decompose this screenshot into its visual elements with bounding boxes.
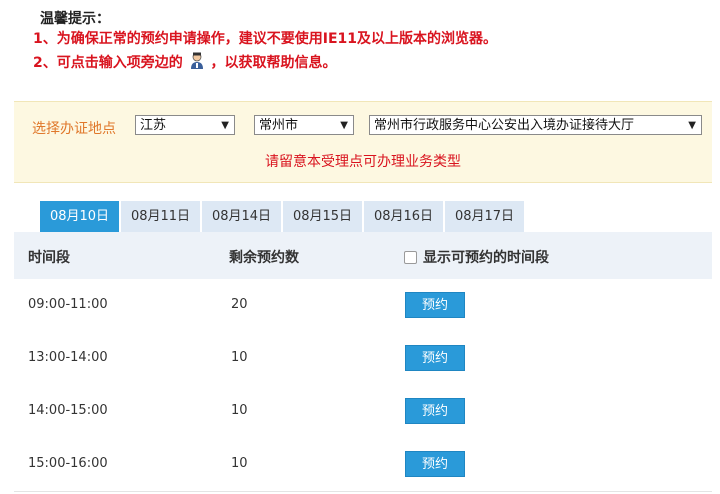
- office-select-value: 常州市行政服务中心公安出入境办证接待大厅: [374, 118, 635, 133]
- location-label: 选择办证地点: [32, 121, 116, 137]
- header-remaining: 剩余预约数: [229, 250, 299, 266]
- table-row: 14:00-15:00 10 预约: [14, 385, 712, 439]
- tab-date-5[interactable]: 08月16日: [364, 201, 443, 232]
- tip-line-2: 2、可点击输入项旁边的 ，以获取帮助信息。: [33, 52, 337, 72]
- city-select[interactable]: 常州市 ▼: [254, 115, 354, 135]
- show-available-checkbox[interactable]: [404, 250, 417, 264]
- book-button[interactable]: 预约: [405, 451, 465, 477]
- chevron-down-icon: ▼: [688, 120, 696, 131]
- tab-date-2[interactable]: 08月11日: [121, 201, 200, 232]
- tab-date-4[interactable]: 08月15日: [283, 201, 362, 232]
- help-person-icon: [189, 52, 205, 70]
- chevron-down-icon: ▼: [340, 120, 348, 131]
- row-time: 14:00-15:00: [28, 403, 108, 418]
- show-available-toggle[interactable]: 显示可预约的时间段: [404, 247, 549, 267]
- tip-line-2-before: 2、可点击输入项旁边的: [33, 55, 183, 71]
- province-select[interactable]: 江苏 ▼: [135, 115, 235, 135]
- business-type-note: 请留意本受理点可办理业务类型: [265, 154, 461, 170]
- table-row: 15:00-16:00 10 预约: [14, 438, 712, 492]
- header-time: 时间段: [28, 250, 70, 266]
- book-button[interactable]: 预约: [405, 398, 465, 424]
- table-row: 13:00-14:00 10 预约: [14, 332, 712, 386]
- row-remaining: 10: [231, 456, 248, 471]
- book-button[interactable]: 预约: [405, 345, 465, 371]
- tips-panel: 温馨提示： 1、为确保正常的预约申请操作，建议不要使用IE11及以上版本的浏览器…: [0, 0, 720, 80]
- table-row: 09:00-11:00 20 预约: [14, 279, 712, 333]
- tab-date-6[interactable]: 08月17日: [445, 201, 524, 232]
- row-time: 09:00-11:00: [28, 297, 108, 312]
- row-remaining: 10: [231, 403, 248, 418]
- row-remaining: 20: [231, 297, 248, 312]
- row-remaining: 10: [231, 350, 248, 365]
- row-time: 15:00-16:00: [28, 456, 108, 471]
- row-time: 13:00-14:00: [28, 350, 108, 365]
- city-select-value: 常州市: [259, 118, 299, 133]
- tip-line-2-after: ，以获取帮助信息。: [210, 55, 337, 71]
- chevron-down-icon: ▼: [221, 120, 229, 131]
- tips-title: 温馨提示：: [40, 11, 110, 27]
- book-button[interactable]: 预约: [405, 292, 465, 318]
- table-header: 时间段 剩余预约数 显示可预约的时间段: [14, 232, 712, 279]
- tab-date-3[interactable]: 08月14日: [202, 201, 281, 232]
- province-select-value: 江苏: [140, 118, 167, 133]
- show-available-label: 显示可预约的时间段: [423, 250, 549, 266]
- tip-line-1: 1、为确保正常的预约申请操作，建议不要使用IE11及以上版本的浏览器。: [33, 31, 497, 47]
- location-selector-panel: 选择办证地点 江苏 ▼ 常州市 ▼ 常州市行政服务中心公安出入境办证接待大厅 ▼…: [14, 101, 712, 183]
- office-select[interactable]: 常州市行政服务中心公安出入境办证接待大厅 ▼: [369, 115, 702, 135]
- tab-date-1[interactable]: 08月10日: [40, 201, 119, 232]
